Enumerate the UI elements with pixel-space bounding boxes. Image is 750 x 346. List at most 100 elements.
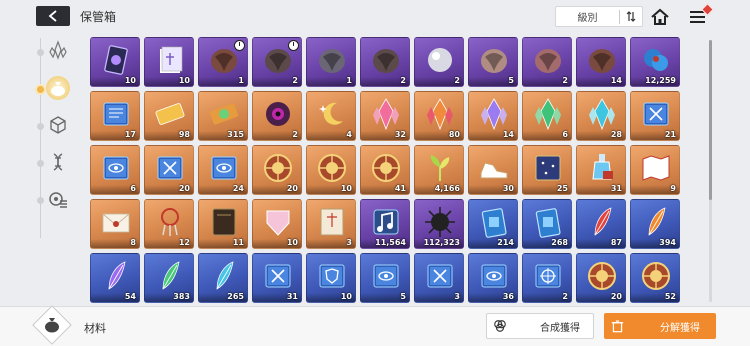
inventory-item[interactable]: 21 [630, 91, 680, 141]
inventory-item[interactable]: 11,564 [360, 199, 410, 249]
sort-dropdown[interactable]: 級別 [555, 6, 643, 27]
inventory-item[interactable]: 6 [522, 91, 572, 141]
inventory-item[interactable]: 9 [630, 145, 680, 195]
red-feather-icon [585, 205, 619, 239]
item-quantity: 265 [227, 292, 244, 301]
inventory-item[interactable]: 112,323 [414, 199, 464, 249]
inventory-item[interactable]: 4 [306, 91, 356, 141]
inventory-item[interactable]: 383 [144, 253, 194, 303]
scrollbar[interactable] [709, 40, 712, 302]
inventory-item[interactable]: 20 [252, 145, 302, 195]
inventory-item[interactable]: 54 [90, 253, 140, 303]
combine-obtain-button[interactable]: 合成獲得 [486, 313, 594, 339]
inventory-item[interactable]: 10 [90, 37, 140, 87]
inventory-item[interactable]: 80 [414, 91, 464, 141]
inventory-item[interactable]: 214 [468, 199, 518, 249]
dna-icon [53, 153, 63, 171]
decompose-obtain-button[interactable]: 分解獲得 [604, 313, 716, 339]
inventory-item[interactable]: 20 [144, 145, 194, 195]
inventory-item[interactable]: 3 [306, 199, 356, 249]
inventory-item[interactable]: 14 [576, 37, 626, 87]
item-quantity: 4,166 [434, 184, 460, 193]
inventory-item[interactable]: 2 [252, 91, 302, 141]
inventory-item[interactable]: 10 [144, 37, 194, 87]
item-quantity: 52 [664, 292, 676, 301]
sidebar-dot [37, 197, 44, 204]
sort-label: 級別 [577, 13, 598, 24]
inventory-item[interactable]: 2 [522, 253, 572, 303]
inventory-item[interactable]: 265 [198, 253, 248, 303]
gear-list-icon [49, 192, 67, 208]
sidebar-item-genes[interactable] [46, 150, 70, 174]
inventory-item[interactable]: 14 [468, 91, 518, 141]
inventory-item[interactable]: 52 [630, 253, 680, 303]
item-quantity: 30 [502, 184, 514, 193]
pink-plate-icon [261, 205, 295, 239]
inventory-item[interactable]: 5 [468, 37, 518, 87]
inventory-item[interactable]: 28 [576, 91, 626, 141]
flesh-core-icon [531, 43, 565, 77]
scrollbar-thumb[interactable] [709, 40, 712, 200]
inventory-item[interactable]: 25 [522, 145, 572, 195]
inventory-item[interactable]: 2 [252, 37, 302, 87]
menu-button[interactable] [688, 3, 714, 26]
inventory-item[interactable]: 8 [90, 199, 140, 249]
inventory-item[interactable]: 1 [198, 37, 248, 87]
item-quantity: 21 [664, 130, 676, 139]
inventory-item[interactable]: 24 [198, 145, 248, 195]
inventory-item[interactable]: 2 [414, 37, 464, 87]
inventory-item[interactable]: 98 [144, 91, 194, 141]
inventory-item[interactable]: 2 [522, 37, 572, 87]
inventory-item[interactable]: 36 [468, 253, 518, 303]
item-quantity: 41 [394, 184, 406, 193]
material-pouch-icon [45, 318, 59, 333]
combine-label: 合成獲得 [540, 322, 580, 334]
inventory-item[interactable]: 12 [144, 199, 194, 249]
sprout-icon [423, 151, 457, 185]
sidebar-dot [37, 160, 44, 167]
inventory-item[interactable]: 394 [630, 199, 680, 249]
sun-medal-icon [369, 151, 403, 185]
sidebar-item-equipment[interactable] [46, 187, 70, 211]
inventory-item[interactable]: 12,259 [630, 37, 680, 87]
sidebar-item-cubes[interactable] [46, 113, 70, 137]
inventory-item[interactable]: 10 [252, 199, 302, 249]
inventory-item[interactable]: 6 [90, 145, 140, 195]
back-button[interactable] [36, 6, 70, 26]
sidebar-item-crystals[interactable] [46, 38, 70, 62]
inventory-item[interactable]: 1 [306, 37, 356, 87]
inventory-item[interactable]: 10 [306, 145, 356, 195]
inventory-item[interactable]: 31 [252, 253, 302, 303]
item-quantity: 8 [130, 238, 136, 247]
card-icon [99, 43, 133, 77]
inventory-item[interactable]: 4,166 [414, 145, 464, 195]
inventory-item[interactable]: 268 [522, 199, 572, 249]
home-button[interactable] [650, 7, 670, 27]
inventory-item[interactable]: 41 [360, 145, 410, 195]
header-bar: 保管箱 級別 [0, 0, 750, 32]
sidebar-item-materials[interactable] [46, 76, 70, 100]
inventory-item[interactable]: 5 [360, 253, 410, 303]
sword-book-icon [423, 259, 457, 293]
orange-crystal-icon [423, 97, 457, 131]
sort-order-button[interactable] [620, 11, 642, 22]
inventory-item[interactable]: 3 [414, 253, 464, 303]
item-quantity: 36 [502, 292, 514, 301]
bottom-bar: 材料 合成獲得 分解獲得 [0, 305, 750, 346]
sword-book-icon [639, 97, 673, 131]
inventory-item[interactable]: 87 [576, 199, 626, 249]
green-feather-icon [153, 259, 187, 293]
item-quantity: 2 [400, 76, 406, 85]
inventory-item[interactable]: 10 [306, 253, 356, 303]
blue-mass-icon [639, 43, 673, 77]
inventory-item[interactable]: 32 [360, 91, 410, 141]
inventory-item[interactable]: 30 [468, 145, 518, 195]
purple-feather-icon [99, 259, 133, 293]
inventory-item[interactable]: 11 [198, 199, 248, 249]
inventory-item[interactable]: 31 [576, 145, 626, 195]
inventory-item[interactable]: 20 [576, 253, 626, 303]
inventory-item[interactable]: 17 [90, 91, 140, 141]
inventory-item[interactable]: 315 [198, 91, 248, 141]
inventory-item[interactable]: 2 [360, 37, 410, 87]
item-quantity: 12 [178, 238, 190, 247]
